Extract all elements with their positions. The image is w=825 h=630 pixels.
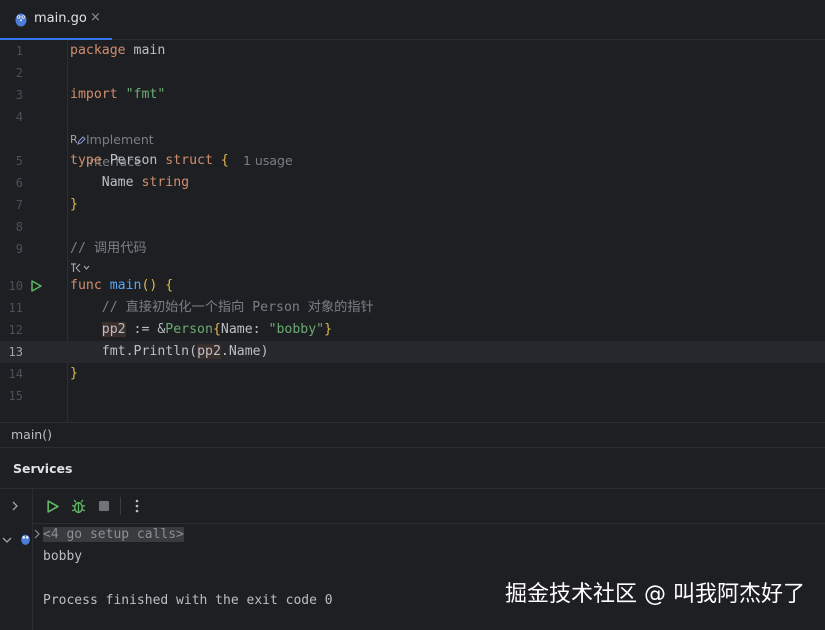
setup-calls-fold[interactable]: <4 go setup calls> [43, 527, 184, 542]
code-line[interactable]: 1 package main [0, 40, 825, 62]
services-tree [0, 489, 33, 630]
run-icon[interactable] [30, 280, 42, 292]
code-line[interactable]: 10 func main() { [0, 275, 825, 297]
line-number: 7 [15, 198, 23, 212]
code-line[interactable]: 11 // 直接初始化一个指向 Person 对象的指针 [0, 297, 825, 319]
run-button[interactable] [43, 497, 61, 515]
line-number: 14 [8, 367, 23, 381]
code-comment: // 调用代码 [70, 241, 147, 256]
more-options-button[interactable] [128, 497, 146, 515]
line-number: 15 [8, 389, 23, 403]
code-token: struct [165, 153, 213, 168]
code-token: } [324, 322, 333, 337]
stop-icon [99, 501, 109, 511]
line-number: 12 [8, 323, 23, 337]
line-number: 3 [15, 88, 23, 102]
code-token: Name: [220, 322, 269, 337]
line-number: 4 [15, 110, 23, 124]
code-token: } [70, 197, 78, 212]
code-token: main [101, 278, 142, 293]
toolbar-separator [120, 497, 121, 515]
code-token: string [141, 175, 190, 190]
console-output-line[interactable]: <4 go setup calls> [43, 524, 184, 546]
code-token: pp2 [101, 322, 126, 337]
ai-assistant-icon [71, 263, 90, 273]
code-token: () { [141, 278, 174, 293]
go-gopher-icon [15, 13, 27, 27]
line-number: 8 [15, 220, 23, 234]
code-line[interactable]: 15 [0, 385, 825, 407]
line-number: 11 [8, 301, 23, 315]
code-token: ( [189, 344, 198, 359]
services-header: Services [0, 447, 825, 488]
debug-button[interactable] [69, 497, 87, 515]
breadcrumb-item-main[interactable]: main() [11, 427, 52, 442]
services-toolbar [32, 489, 825, 524]
chevron-down-icon[interactable] [2, 535, 12, 545]
code-token: "fmt" [125, 87, 166, 102]
code-token: := & [125, 322, 166, 337]
more-vertical-icon [135, 499, 139, 513]
editor-tab-bar: main.go × [0, 0, 825, 40]
go-gopher-icon [21, 534, 30, 545]
code-line[interactable]: 4 [0, 106, 825, 128]
code-token: .Name) [220, 344, 269, 359]
console-output-line: Process finished with the exit code 0 [43, 593, 333, 608]
code-line[interactable]: 6 Name string [0, 172, 825, 194]
code-token: Name [70, 175, 142, 190]
code-line-current[interactable]: 13 fmt.Println(pp2.Name) [0, 341, 825, 363]
tab-main-go[interactable]: main.go × [0, 0, 112, 40]
code-line[interactable]: 7 } [0, 194, 825, 216]
line-number: 5 [15, 154, 23, 168]
services-title: Services [13, 461, 73, 476]
line-number: 2 [15, 66, 23, 80]
code-token: package [70, 43, 126, 58]
code-token: pp2 [197, 344, 221, 359]
line-number: 1 [15, 44, 23, 58]
code-line[interactable]: 8 [0, 216, 825, 238]
console-output-line: bobby [43, 549, 83, 564]
code-line[interactable]: 14 } [0, 363, 825, 385]
code-token: main [125, 43, 166, 58]
line-number: 10 [8, 279, 23, 293]
stop-button[interactable] [95, 497, 113, 515]
code-token: { [212, 322, 221, 337]
close-icon[interactable]: × [90, 10, 101, 25]
code-line[interactable]: 2 [0, 62, 825, 84]
code-token: Println [133, 344, 190, 359]
code-token: type [70, 153, 102, 168]
code-token: fmt. [101, 344, 134, 359]
code-token: Person [165, 322, 213, 337]
line-number: 6 [15, 176, 23, 190]
code-token: Person [101, 153, 166, 168]
run-icon [46, 499, 59, 513]
bug-icon [71, 499, 85, 513]
tab-label: main.go [34, 11, 87, 26]
code-line[interactable]: 9 // 调用代码 [0, 238, 825, 260]
code-token: } [70, 366, 78, 381]
pencil-icon [77, 136, 86, 145]
code-line[interactable]: 12 pp2 := &Person{Name: "bobby"} [0, 319, 825, 341]
chevron-right-icon[interactable] [33, 529, 41, 539]
line-number: 9 [15, 242, 23, 256]
code-token: func [70, 278, 102, 293]
code-token: import [70, 87, 118, 102]
code-line[interactable]: 5 type Person struct { 1 usage [0, 150, 825, 172]
code-comment: // 直接初始化一个指向 Person 对象的指针 [70, 300, 374, 315]
watermark: 掘金技术社区 @ 叫我阿杰好了 [505, 582, 805, 607]
line-number: 13 [8, 345, 23, 359]
code-line[interactable]: 3 import "fmt" [0, 84, 825, 106]
code-editor[interactable]: 1 package main 2 3 import "fmt" 4 R Impl… [0, 40, 825, 422]
services-panel: <4 go setup calls> bobby Process finishe… [0, 488, 825, 630]
chevron-right-icon[interactable] [10, 501, 20, 511]
usage-hint[interactable]: 1 usage [243, 150, 293, 172]
code-token: "bobby" [268, 322, 325, 337]
breadcrumb: main() [0, 422, 825, 447]
code-token: { [212, 153, 229, 168]
